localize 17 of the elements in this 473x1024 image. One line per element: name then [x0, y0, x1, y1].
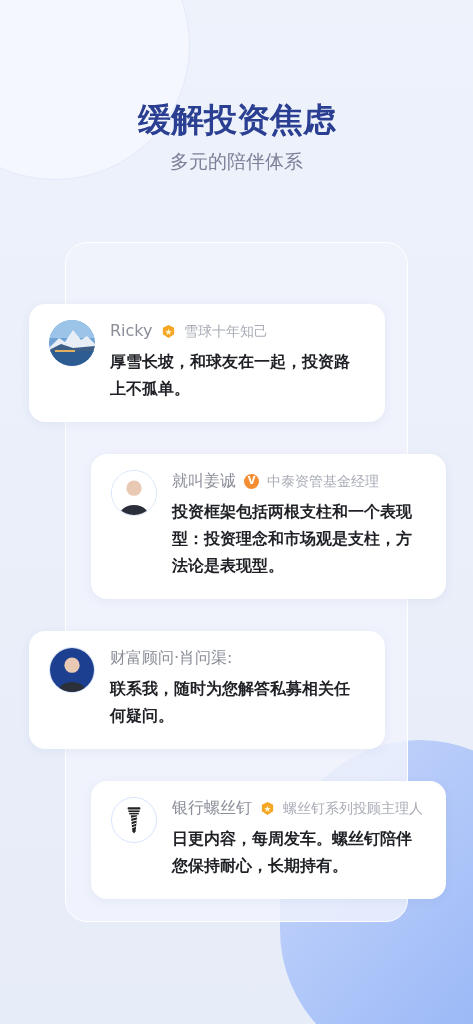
user-role: 雪球十年知己 — [183, 321, 268, 341]
user-role: 中泰资管基金经理 — [267, 471, 379, 491]
medal-icon — [160, 323, 176, 339]
comment-text: 投资框架包括两根支柱和一个表现型：投资理念和市场观是支柱，方法论是表现型。 — [172, 501, 413, 577]
screw-icon — [111, 797, 157, 843]
user-name: 就叫姜诚 — [172, 470, 236, 492]
page-subtitle: 多元的陪伴体系 — [170, 149, 303, 174]
comment-text: 厚雪长坡，和球友在一起，投资路上不孤单。 — [110, 351, 351, 400]
comment-text: 日更内容，每周发车。螺丝钉陪伴您保持耐心，长期持有。 — [172, 828, 413, 877]
medal-icon — [260, 800, 275, 816]
verified-badge: V — [244, 473, 259, 489]
page-title: 缓解投资焦虑 — [137, 99, 336, 141]
user-name: Ricky — [110, 320, 153, 342]
comment-text: 联系我，随时为您解答私募相关任何疑问。 — [110, 678, 351, 727]
user-role: 螺丝钉系列投顾主理人 — [283, 798, 423, 818]
user-name: 财富顾问·肖问渠: — [110, 647, 233, 669]
user-name: 银行螺丝钉 — [172, 797, 252, 819]
